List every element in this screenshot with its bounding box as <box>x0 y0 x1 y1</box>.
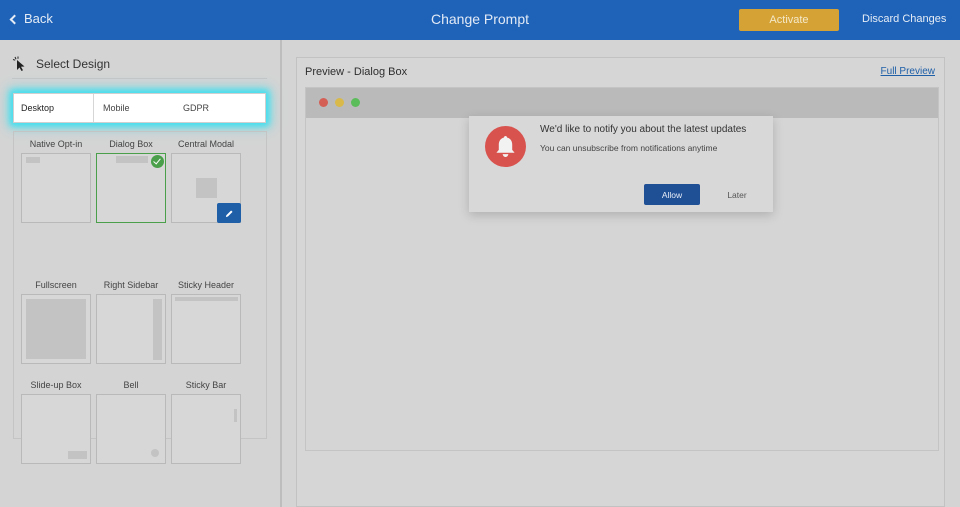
pencil-icon <box>225 209 233 217</box>
discard-changes-button[interactable]: Discard Changes <box>862 13 946 25</box>
allow-button[interactable]: Allow <box>644 184 700 205</box>
dialog-subtitle: You can unsubscribe from notifications a… <box>540 143 718 153</box>
design-thumb-fullscreen[interactable] <box>21 294 91 364</box>
back-button[interactable]: Back <box>9 11 53 26</box>
design-thumb-right-sidebar[interactable] <box>96 294 166 364</box>
preview-title: Preview - Dialog Box <box>305 66 408 78</box>
design-native-opt-in: Native Opt-in <box>20 139 92 223</box>
design-label: Native Opt-in <box>29 139 83 149</box>
design-label: Central Modal <box>177 139 235 149</box>
design-grid: Native Opt-in Dialog Box Central Modal F… <box>13 131 267 464</box>
check-icon <box>151 155 164 168</box>
design-thumb-native-opt-in[interactable] <box>21 153 91 223</box>
chevron-left-icon <box>9 14 20 24</box>
close-dot-icon <box>319 98 328 107</box>
divider <box>12 78 267 79</box>
design-slide-up-box: Slide-up Box <box>20 380 92 464</box>
design-thumb-central-modal[interactable] <box>171 153 241 223</box>
later-button[interactable]: Later <box>719 184 755 205</box>
design-label: Dialog Box <box>109 139 153 149</box>
panel-divider <box>280 40 282 507</box>
design-thumb-slide-up-box[interactable] <box>21 394 91 464</box>
browser-toolbar <box>306 88 938 118</box>
device-tabs: Desktop Mobile GDPR <box>13 93 266 123</box>
design-thumb-sticky-bar[interactable] <box>171 394 241 464</box>
edit-button[interactable] <box>217 203 241 223</box>
design-label: Slide-up Box <box>30 380 82 390</box>
bell-badge <box>485 126 526 167</box>
design-right-sidebar: Right Sidebar <box>95 280 167 364</box>
activate-button[interactable]: Activate <box>739 9 839 31</box>
design-fullscreen: Fullscreen <box>20 280 92 364</box>
maximize-dot-icon <box>351 98 360 107</box>
tab-desktop[interactable]: Desktop <box>14 94 94 122</box>
design-thumb-sticky-header[interactable] <box>171 294 241 364</box>
design-sticky-bar: Sticky Bar <box>170 380 242 464</box>
minimize-dot-icon <box>335 98 344 107</box>
design-bell: Bell <box>95 380 167 464</box>
top-bar: Back Change Prompt Activate Discard Chan… <box>0 0 960 40</box>
design-label: Sticky Header <box>177 280 235 290</box>
tab-mobile[interactable]: Mobile <box>94 94 174 122</box>
tab-gdpr[interactable]: GDPR <box>174 94 264 122</box>
bell-icon <box>496 135 515 158</box>
design-thumb-bell[interactable] <box>96 394 166 464</box>
back-label: Back <box>24 11 53 26</box>
design-central-modal: Central Modal <box>170 139 242 223</box>
design-label: Bell <box>123 380 139 390</box>
design-label: Fullscreen <box>35 280 77 290</box>
design-panel: Select Design Desktop Mobile GDPR Native… <box>0 40 280 507</box>
design-dialog-box: Dialog Box <box>95 139 167 223</box>
cursor-click-icon <box>12 56 25 71</box>
design-label: Right Sidebar <box>103 280 159 290</box>
design-sticky-header: Sticky Header <box>170 280 242 364</box>
design-label: Sticky Bar <box>185 380 227 390</box>
design-thumb-dialog-box[interactable] <box>96 153 166 223</box>
dialog-title: We'd like to notify you about the latest… <box>540 124 747 135</box>
full-preview-link[interactable]: Full Preview <box>881 66 935 77</box>
select-design-header: Select Design <box>12 56 110 72</box>
notification-dialog: We'd like to notify you about the latest… <box>469 116 773 212</box>
select-design-title: Select Design <box>36 57 111 71</box>
